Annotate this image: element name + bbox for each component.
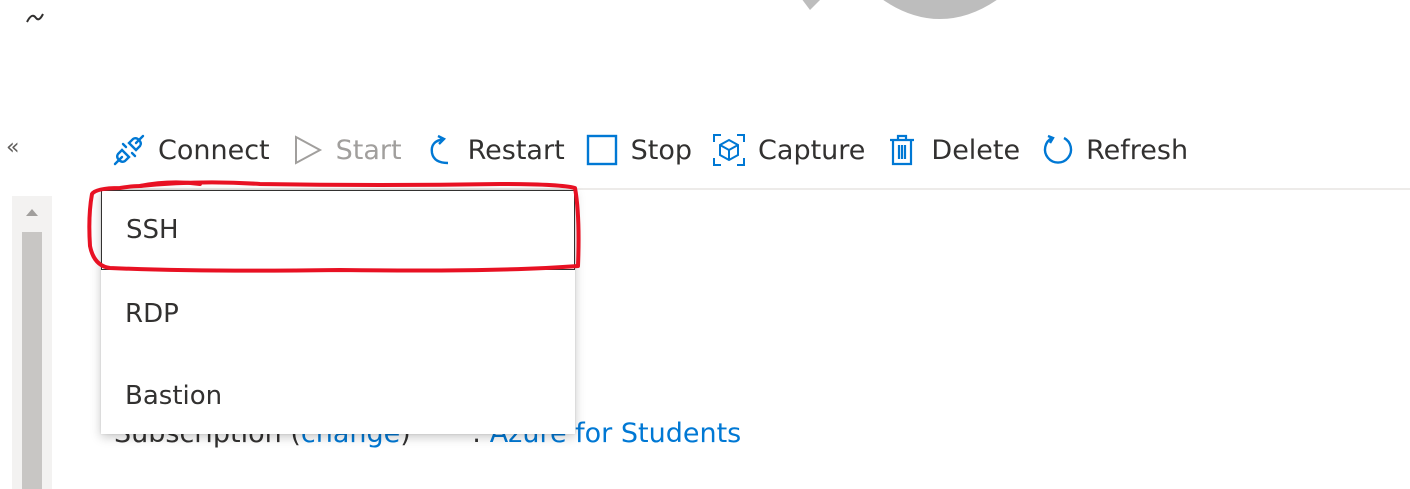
menu-item-bastion-label: Bastion — [125, 381, 223, 411]
menu-item-bastion[interactable]: Bastion — [101, 356, 575, 436]
caret-icon — [26, 13, 44, 23]
connect-button[interactable]: Connect — [102, 122, 280, 178]
vm-command-toolbar: Connect Start Restart Stop Capture Delet… — [102, 122, 1198, 178]
refresh-icon — [1043, 134, 1073, 164]
stop-label: Stop — [630, 134, 693, 166]
connect-label: Connect — [158, 134, 270, 166]
delete-button[interactable]: Delete — [875, 122, 1030, 178]
refresh-label: Refresh — [1086, 134, 1189, 166]
collapse-sidebar-button[interactable]: « — [6, 134, 28, 162]
menu-item-ssh[interactable]: SSH — [101, 190, 575, 270]
delete-label: Delete — [931, 134, 1021, 166]
top-decoration-arc — [802, 0, 997, 19]
restart-label: Restart — [467, 134, 565, 166]
sidebar-scrollbar-thumb[interactable] — [22, 232, 42, 489]
capture-button[interactable]: Capture — [702, 122, 875, 178]
stop-square-icon — [586, 134, 617, 166]
connect-plug-icon — [113, 134, 145, 166]
restart-button[interactable]: Restart — [412, 122, 575, 178]
start-play-icon — [294, 135, 322, 165]
delete-trash-icon — [890, 134, 915, 166]
capture-label: Capture — [758, 134, 866, 166]
connect-dropdown-menu: SSH RDP Bastion — [101, 190, 575, 434]
collapse-chevrons-icon: « — [6, 135, 20, 160]
stop-button[interactable]: Stop — [575, 122, 702, 178]
start-label: Start — [335, 134, 402, 166]
capture-icon — [713, 134, 746, 166]
scroll-up-arrow-icon[interactable] — [22, 204, 42, 220]
menu-item-ssh-label: SSH — [126, 215, 179, 245]
refresh-button[interactable]: Refresh — [1030, 122, 1198, 178]
restart-icon — [430, 134, 448, 165]
start-button[interactable]: Start — [280, 122, 412, 178]
menu-item-rdp[interactable]: RDP — [101, 274, 575, 354]
menu-item-rdp-label: RDP — [125, 299, 179, 329]
